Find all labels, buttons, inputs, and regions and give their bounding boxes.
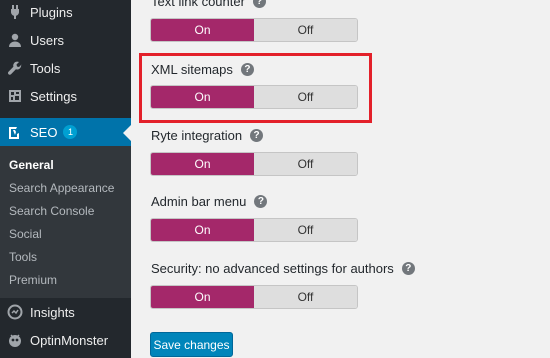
menu-item-optinmonster[interactable]: OptinMonster	[0, 326, 131, 354]
setting-label: Ryte integration	[151, 128, 243, 143]
submenu-general[interactable]: General	[9, 158, 54, 172]
setting-label-xml-sitemaps: XML sitemaps ?	[151, 62, 254, 77]
toggle-off-option[interactable]: Off	[254, 153, 357, 175]
submenu-search-appearance[interactable]: Search Appearance	[9, 181, 114, 195]
admin-sidebar: Plugins Users Tools Settings SEO 1 Gener…	[0, 0, 131, 358]
submenu-search-console[interactable]: Search Console	[9, 204, 94, 218]
toggle-on-option[interactable]: On	[151, 219, 254, 241]
submenu-tools[interactable]: Tools	[9, 250, 37, 264]
menu-item-plugins[interactable]: Plugins	[0, 0, 131, 26]
notification-badge: 1	[63, 125, 78, 139]
menu-label: OptinMonster	[30, 332, 109, 348]
menu-label: Insights	[30, 304, 75, 320]
menu-item-users[interactable]: Users	[0, 26, 131, 54]
toggle-on-option[interactable]: On	[151, 19, 254, 41]
setting-label: XML sitemaps	[151, 62, 233, 77]
setting-label: Admin bar menu	[151, 194, 247, 209]
toggle-xml-sitemaps[interactable]: On Off	[150, 85, 358, 109]
help-icon[interactable]: ?	[250, 129, 264, 142]
active-arrow	[123, 125, 131, 141]
submenu-social[interactable]: Social	[9, 227, 42, 241]
menu-label: Tools	[30, 60, 61, 76]
save-changes-button[interactable]: Save changes	[150, 332, 233, 357]
help-icon[interactable]: ?	[240, 63, 254, 76]
setting-label-security: Security: no advanced settings for autho…	[151, 261, 415, 276]
help-icon[interactable]: ?	[254, 195, 268, 208]
toggle-on-option[interactable]: On	[151, 286, 254, 308]
menu-label: Users	[30, 32, 64, 48]
menu-item-seo[interactable]: SEO 1	[0, 118, 131, 146]
help-icon[interactable]: ?	[252, 0, 266, 8]
seo-submenu: General Search Appearance Search Console…	[0, 146, 131, 298]
insights-icon	[7, 304, 23, 320]
setting-label-text-link-counter: Text link counter ?	[151, 0, 266, 9]
menu-item-settings[interactable]: Settings	[0, 82, 131, 110]
submenu-premium[interactable]: Premium	[9, 273, 57, 287]
toggle-off-option[interactable]: Off	[254, 286, 357, 308]
optinmonster-icon	[7, 332, 23, 348]
plugin-icon	[7, 4, 23, 20]
users-icon	[7, 32, 23, 48]
wrench-icon	[7, 60, 23, 76]
menu-item-insights[interactable]: Insights	[0, 298, 131, 326]
setting-label: Security: no advanced settings for autho…	[151, 261, 394, 276]
menu-label: SEO	[30, 124, 58, 140]
toggle-admin-bar-menu[interactable]: On Off	[150, 218, 358, 242]
menu-label: Settings	[30, 88, 77, 104]
toggle-off-option[interactable]: Off	[254, 219, 357, 241]
setting-label-ryte-integration: Ryte integration ?	[151, 128, 264, 143]
yoast-icon	[7, 124, 23, 140]
menu-label: Plugins	[30, 4, 73, 20]
help-icon[interactable]: ?	[401, 262, 415, 275]
settings-icon	[7, 88, 23, 104]
menu-item-tools[interactable]: Tools	[0, 54, 131, 82]
toggle-off-option[interactable]: Off	[254, 86, 357, 108]
toggle-security[interactable]: On Off	[150, 285, 358, 309]
toggle-ryte-integration[interactable]: On Off	[150, 152, 358, 176]
toggle-on-option[interactable]: On	[151, 86, 254, 108]
toggle-off-option[interactable]: Off	[254, 19, 357, 41]
setting-label: Text link counter	[151, 0, 245, 9]
setting-label-admin-bar-menu: Admin bar menu ?	[151, 194, 268, 209]
toggle-text-link-counter[interactable]: On Off	[150, 18, 358, 42]
toggle-on-option[interactable]: On	[151, 153, 254, 175]
